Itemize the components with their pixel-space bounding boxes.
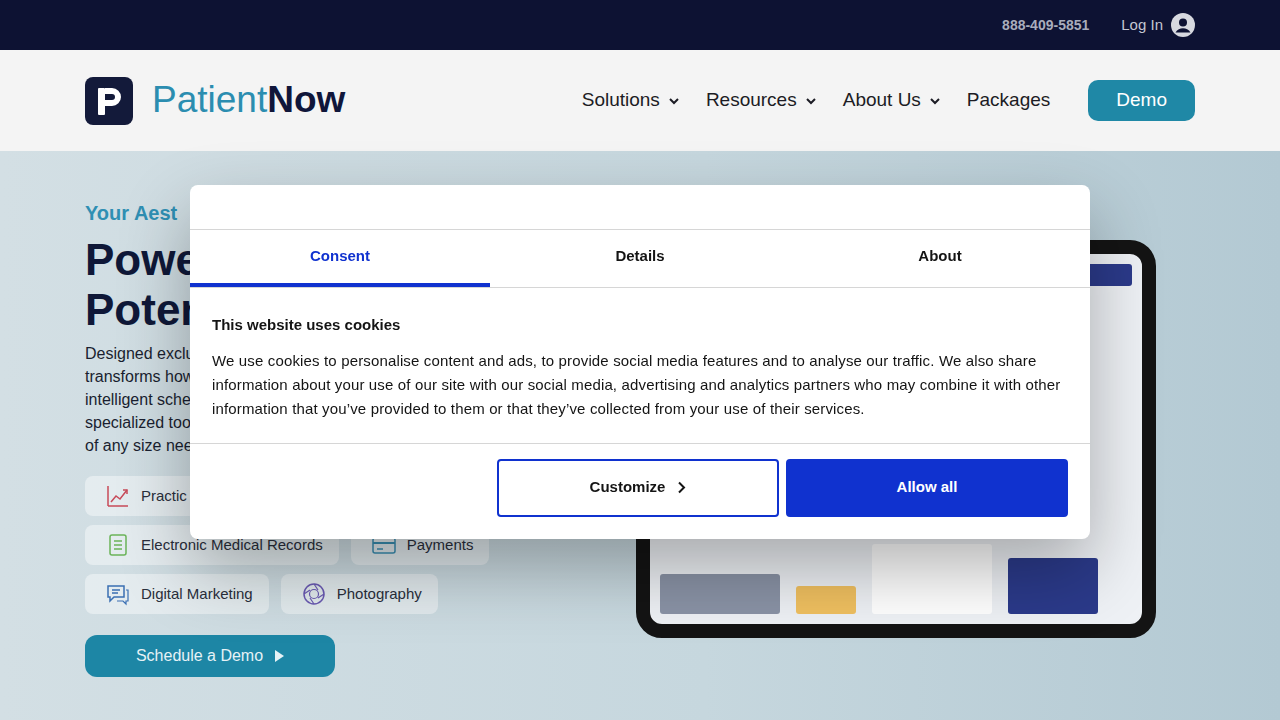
phone-link[interactable]: 888-409-5851: [1002, 15, 1089, 36]
chevron-down-icon: [668, 95, 680, 107]
document-icon: [105, 532, 131, 558]
avatar-icon: [1171, 13, 1195, 37]
button-label[interactable]: Allow all: [897, 476, 958, 499]
chat-icon: [105, 581, 131, 607]
main-nav: Solutions Resources About Us Packages Demo: [582, 80, 1195, 121]
site-header: PatientNow Solutions Resources About Us Pack…: [0, 50, 1280, 151]
cta-label[interactable]: Schedule a Demo: [136, 644, 263, 668]
feature-pill[interactable]: Photography: [281, 574, 438, 614]
feature-label[interactable]: Photography: [337, 583, 422, 606]
feature-label[interactable]: Digital Marketing: [141, 583, 253, 606]
button-label[interactable]: Customize: [590, 476, 666, 499]
nav-item[interactable]: About Us: [843, 86, 941, 115]
customize-button[interactable]: Customize: [497, 459, 779, 517]
nav-item[interactable]: Solutions: [582, 86, 680, 115]
top-bar: 888-409-5851 Log In: [0, 0, 1280, 50]
logo-now[interactable]: Now: [267, 79, 345, 120]
nav-item[interactable]: Resources: [706, 86, 817, 115]
login-link[interactable]: Log In: [1121, 13, 1195, 37]
dialog-title: This website uses cookies: [212, 314, 1068, 337]
dialog-tab[interactable]: About: [790, 230, 1090, 287]
feature-pill[interactable]: Practic: [85, 476, 203, 516]
demo-button[interactable]: Demo: [1088, 80, 1195, 121]
picture-card: [1008, 558, 1098, 614]
feature-label[interactable]: Practic: [141, 485, 187, 508]
chart-icon: [105, 483, 131, 509]
logo-mark-icon: [85, 77, 133, 125]
dialog-tab[interactable]: Consent: [190, 230, 490, 287]
nav-label[interactable]: Packages: [967, 86, 1050, 115]
nav-item[interactable]: Packages: [967, 86, 1050, 115]
dialog-footer: Customize Allow all: [190, 444, 1090, 539]
nav-label[interactable]: About Us: [843, 86, 921, 115]
picture-cards: [660, 544, 1132, 614]
picture-card: [872, 544, 992, 614]
dialog-body: This website uses cookies We use cookies …: [190, 288, 1090, 444]
dialog-tabs: ConsentDetailsAbout: [190, 230, 1090, 288]
logo-patient[interactable]: Patient: [152, 79, 267, 120]
logo[interactable]: PatientNow: [85, 77, 345, 125]
nav-label[interactable]: Resources: [706, 86, 797, 115]
feature-row: Digital Marketing Photography: [85, 574, 605, 614]
schedule-demo-button[interactable]: Schedule a Demo: [85, 635, 335, 677]
dialog-text: We use cookies to personalise content an…: [212, 349, 1068, 421]
nav-label[interactable]: Solutions: [582, 86, 660, 115]
dialog-tab[interactable]: Details: [490, 230, 790, 287]
play-arrow-icon: [275, 650, 284, 662]
login-label[interactable]: Log In: [1121, 14, 1163, 37]
cookie-dialog: ConsentDetailsAboutThis website uses coo…: [190, 185, 1090, 539]
chevron-down-icon: [805, 95, 817, 107]
feature-pill[interactable]: Digital Marketing: [85, 574, 269, 614]
dialog-header: [190, 185, 1090, 230]
chevron-right-icon: [677, 481, 686, 494]
aperture-icon: [301, 581, 327, 607]
allow-all-button[interactable]: Allow all: [786, 459, 1068, 517]
picture-card: [660, 574, 780, 614]
logo-text[interactable]: PatientNow: [152, 80, 345, 121]
picture-card: [796, 586, 856, 614]
chevron-down-icon: [929, 95, 941, 107]
